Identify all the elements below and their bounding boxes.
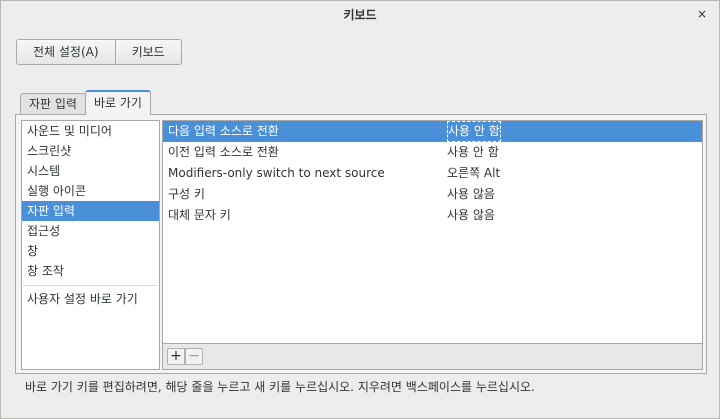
shortcut-name: 대체 문자 키	[168, 208, 231, 222]
all-settings-button[interactable]: 전체 설정(A)	[17, 40, 115, 64]
settings-switcher: 전체 설정(A) 키보드	[16, 39, 182, 65]
section-item-windows[interactable]: 창	[22, 241, 159, 261]
shortcut-accel[interactable]: 사용 않음	[447, 184, 495, 205]
shortcuts-pane: 사운드 및 미디어 스크린샷 시스템 실행 아이콘 자판 입력 접근성 창 창 …	[15, 114, 707, 374]
close-icon[interactable]: ×	[695, 7, 709, 21]
shortcut-name: Modifiers-only switch to next source	[168, 166, 385, 180]
keyboard-window: 키보드 × 전체 설정(A) 키보드 자판 입력 바로 가기 사운드 및 미디어…	[0, 0, 720, 419]
shortcut-list: 다음 입력 소스로 전환 사용 안 함 이전 입력 소스로 전환 사용 안 함 …	[163, 121, 702, 343]
shortcut-accel[interactable]: 사용 않음	[447, 205, 495, 226]
tab-shortcuts[interactable]: 바로 가기	[84, 90, 151, 115]
shortcut-name: 이전 입력 소스로 전환	[168, 145, 279, 159]
shortcut-row[interactable]: 대체 문자 키 사용 않음	[163, 205, 702, 226]
section-separator	[23, 285, 158, 286]
section-item-custom-shortcuts[interactable]: 사용자 설정 바로 가기	[22, 289, 159, 309]
shortcut-row[interactable]: 다음 입력 소스로 전환 사용 안 함	[163, 121, 702, 142]
shortcut-table: 다음 입력 소스로 전환 사용 안 함 이전 입력 소스로 전환 사용 안 함 …	[162, 120, 703, 370]
shortcut-name: 구성 키	[168, 187, 205, 201]
shortcut-name: 다음 입력 소스로 전환	[168, 124, 279, 138]
shortcut-accel[interactable]: 사용 안 함	[447, 142, 499, 163]
section-item-screenshots[interactable]: 스크린샷	[22, 141, 159, 161]
remove-shortcut-button[interactable]: −	[185, 348, 203, 365]
section-item-typing[interactable]: 자판 입력	[22, 201, 159, 221]
section-list: 사운드 및 미디어 스크린샷 시스템 실행 아이콘 자판 입력 접근성 창 창 …	[21, 120, 160, 370]
section-item-accessibility[interactable]: 접근성	[22, 221, 159, 241]
shortcut-toolbar: + −	[163, 343, 702, 369]
window-title: 키보드	[343, 8, 377, 22]
tab-bar: 자판 입력 바로 가기	[20, 90, 151, 115]
section-item-sound-media[interactable]: 사운드 및 미디어	[22, 121, 159, 141]
shortcut-row[interactable]: 구성 키 사용 않음	[163, 184, 702, 205]
help-text: 바로 가기 키를 편집하려면, 해당 줄을 누르고 새 키를 누르십시오. 지우…	[25, 380, 535, 394]
tab-typing[interactable]: 자판 입력	[20, 93, 86, 115]
shortcut-accel[interactable]: 사용 안 함	[447, 121, 501, 142]
section-item-launchers[interactable]: 실행 아이콘	[22, 181, 159, 201]
title-bar: 키보드 ×	[1, 1, 719, 28]
shortcut-row[interactable]: 이전 입력 소스로 전환 사용 안 함	[163, 142, 702, 163]
section-item-system[interactable]: 시스템	[22, 161, 159, 181]
section-item-window-manipulation[interactable]: 창 조작	[22, 261, 159, 281]
add-shortcut-button[interactable]: +	[167, 348, 185, 365]
keyboard-button[interactable]: 키보드	[114, 40, 181, 64]
shortcut-row[interactable]: Modifiers-only switch to next source 오른쪽…	[163, 163, 702, 184]
shortcut-accel[interactable]: 오른쪽 Alt	[447, 163, 500, 184]
